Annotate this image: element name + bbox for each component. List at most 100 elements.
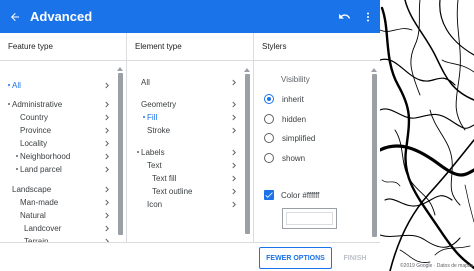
chevron-right-icon (105, 199, 109, 206)
visibility-radio-hidden[interactable] (264, 114, 274, 124)
color-swatch[interactable] (282, 208, 337, 229)
chevron-right-icon (232, 175, 236, 182)
chevron-right-icon (232, 162, 236, 169)
feature-type-item[interactable]: Natural (0, 209, 118, 222)
feature-type-item[interactable]: Terrain (0, 235, 118, 242)
element-type-item[interactable]: Text fill (127, 172, 245, 185)
back-button[interactable] (0, 0, 30, 33)
feature-type-scrollbar[interactable] (118, 73, 123, 235)
undo-button[interactable] (332, 0, 356, 33)
visibility-label: Visibility (281, 75, 310, 84)
stylers-scrollbar[interactable] (372, 74, 377, 237)
element-type-label: Text outline (152, 187, 193, 196)
element-type-heading: Element type (127, 33, 253, 61)
feature-type-item[interactable]: Administrative (0, 98, 118, 111)
feature-type-label: Country (20, 113, 49, 122)
visibility-radio-inherit[interactable] (264, 94, 274, 104)
element-type-item[interactable]: Geometry (127, 98, 245, 111)
chevron-right-icon (232, 79, 236, 86)
chevron-right-icon (232, 188, 236, 195)
feature-type-item[interactable]: Landcover (0, 222, 118, 235)
element-type-item[interactable]: Stroke (127, 124, 245, 137)
selection-dot-icon (8, 103, 10, 105)
visibility-option-label: hidden (282, 115, 307, 124)
feature-type-label: All (12, 81, 21, 90)
feature-type-item[interactable]: Locality (0, 137, 118, 150)
visibility-option-label: simplified (282, 134, 316, 143)
element-type-scrollbar[interactable] (245, 74, 250, 234)
visibility-radio-simplified[interactable] (264, 133, 274, 143)
check-icon (265, 192, 273, 198)
feature-type-label: Landcover (24, 224, 62, 233)
more-options-button[interactable] (356, 0, 380, 33)
feature-type-label: Landscape (12, 185, 52, 194)
element-type-label: Labels (141, 148, 165, 157)
visibility-option-label: inherit (282, 95, 304, 104)
feature-type-item[interactable]: Man-made (0, 196, 118, 209)
fewer-options-button[interactable]: FEWER OPTIONS (259, 247, 332, 269)
feature-type-label: Neighborhood (20, 152, 71, 161)
element-type-item[interactable]: Text (127, 159, 245, 172)
chevron-right-icon (105, 212, 109, 219)
element-type-item[interactable]: Labels (127, 146, 245, 159)
element-type-item[interactable]: All (127, 76, 245, 89)
chevron-right-icon (105, 186, 109, 193)
chevron-right-icon (105, 101, 109, 108)
chevron-right-icon (232, 101, 236, 108)
feature-type-label: Man-made (20, 198, 59, 207)
map-attribution: ©2019 Google · Datos de mapas (400, 263, 474, 269)
color-label: Color #ffffff (281, 191, 320, 200)
element-type-column: Element type All Geometry Fill Stroke Labels… (127, 33, 254, 242)
element-type-label: Icon (147, 200, 163, 209)
element-type-label: Geometry (141, 100, 177, 109)
arrow-back-icon (11, 12, 19, 21)
chevron-right-icon (105, 114, 109, 121)
stylers-column: Stylers Visibility inherit hidden simpli… (254, 33, 380, 242)
map-preview[interactable] (380, 0, 474, 271)
element-type-item[interactable]: Text outline (127, 185, 245, 198)
visibility-option-label: shown (282, 154, 306, 163)
feature-type-item[interactable]: Landscape (0, 183, 118, 196)
footer-bar: FEWER OPTIONS FINISH (0, 242, 380, 271)
scroll-up-icon[interactable] (117, 67, 123, 71)
stylers-heading: Stylers (254, 33, 380, 61)
undo-icon (338, 13, 350, 19)
element-type-item[interactable]: Fill (127, 111, 245, 124)
selection-dot-icon (16, 155, 18, 157)
road-network (380, 0, 474, 271)
feature-type-label: Province (20, 126, 52, 135)
feature-type-item[interactable]: All (0, 79, 118, 92)
chevron-right-icon (232, 201, 236, 208)
selection-dot-icon (143, 116, 145, 118)
feature-type-label: Land parcel (20, 165, 62, 174)
color-checkbox[interactable] (264, 190, 274, 200)
feature-type-item[interactable]: Land parcel (0, 163, 118, 176)
element-type-label: Text fill (152, 174, 177, 183)
feature-type-item[interactable]: Province (0, 124, 118, 137)
element-type-label: Stroke (147, 126, 171, 135)
chevron-right-icon (105, 153, 109, 160)
feature-type-label: Natural (20, 211, 46, 220)
chevron-right-icon (105, 225, 109, 232)
finish-button[interactable]: FINISH (337, 247, 373, 269)
page-title: Advanced (30, 9, 93, 24)
chevron-right-icon (105, 82, 109, 89)
feature-type-label: Administrative (12, 100, 63, 109)
chevron-right-icon (232, 127, 236, 134)
scroll-up-icon[interactable] (244, 68, 250, 72)
element-type-label: Fill (147, 113, 158, 122)
selection-dot-icon (16, 168, 18, 170)
header-bar: Advanced (0, 0, 380, 33)
chevron-right-icon (232, 149, 236, 156)
feature-type-item[interactable]: Country (0, 111, 118, 124)
style-editor: Advanced Feature type All Administrative C… (0, 0, 474, 271)
visibility-radio-shown[interactable] (264, 153, 274, 163)
feature-type-heading: Feature type (0, 33, 126, 61)
chevron-right-icon (105, 127, 109, 134)
chevron-right-icon (105, 140, 109, 147)
feature-type-item[interactable]: Neighborhood (0, 150, 118, 163)
chevron-right-icon (105, 166, 109, 173)
selection-dot-icon (8, 84, 10, 86)
element-type-item[interactable]: Icon (127, 198, 245, 211)
scroll-up-icon[interactable] (371, 68, 377, 72)
